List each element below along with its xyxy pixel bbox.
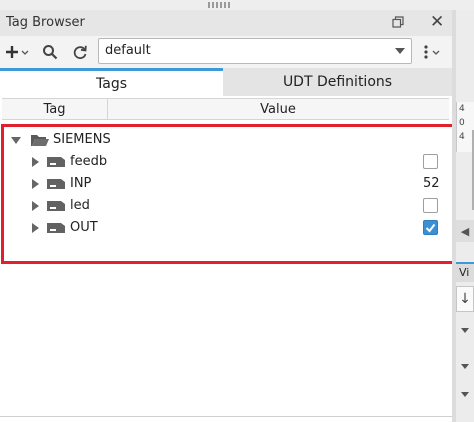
column-header-value[interactable]: Value: [109, 99, 447, 119]
right-panel-tab-label: Vi: [459, 266, 470, 279]
tag-provider-value: default: [105, 43, 151, 58]
column-header-value-label: Value: [260, 101, 296, 117]
more-options-button[interactable]: [416, 40, 446, 64]
sort-down-icon[interactable]: ↓: [456, 286, 474, 312]
panel-title: Tag Browser: [6, 15, 85, 30]
column-header-tag-label: Tag: [43, 101, 66, 117]
right-panel-tab[interactable]: Vi: [456, 262, 474, 282]
refresh-button[interactable]: [68, 40, 92, 64]
tab-tags[interactable]: Tags: [0, 68, 223, 96]
tab-udt-definitions[interactable]: UDT Definitions: [223, 68, 452, 96]
highlight-box: [1, 124, 458, 264]
chevron-down-icon[interactable]: [456, 328, 474, 338]
restore-window-icon[interactable]: [392, 16, 404, 28]
drag-grip-icon[interactable]: [208, 2, 232, 8]
collapse-left-icon[interactable]: ◀: [456, 220, 474, 242]
scrollbar[interactable]: [456, 130, 474, 210]
chevron-down-icon[interactable]: [456, 364, 474, 374]
panel-drag-strip[interactable]: [0, 0, 474, 10]
close-icon[interactable]: ✕: [430, 14, 444, 31]
search-button[interactable]: [38, 40, 62, 64]
vertical-ellipsis-icon: [424, 45, 440, 59]
adjacent-panel: 4 0 4 ◀ Vi ↓: [456, 10, 474, 422]
tab-tags-label: Tags: [96, 75, 127, 92]
column-header-tag[interactable]: Tag: [2, 99, 108, 119]
add-tag-button[interactable]: [3, 40, 33, 64]
column-header-row: Tag Value: [2, 98, 449, 120]
chevron-down-icon[interactable]: [456, 392, 474, 402]
divider: [0, 416, 452, 417]
chevron-down-icon: [395, 48, 405, 54]
plus-icon: [6, 46, 29, 58]
search-icon: [43, 45, 58, 60]
tag-provider-select[interactable]: default: [98, 38, 412, 64]
refresh-icon: [73, 45, 87, 60]
tab-udt-definitions-label: UDT Definitions: [282, 74, 393, 90]
title-bar: Tag Browser ✕: [0, 10, 452, 36]
